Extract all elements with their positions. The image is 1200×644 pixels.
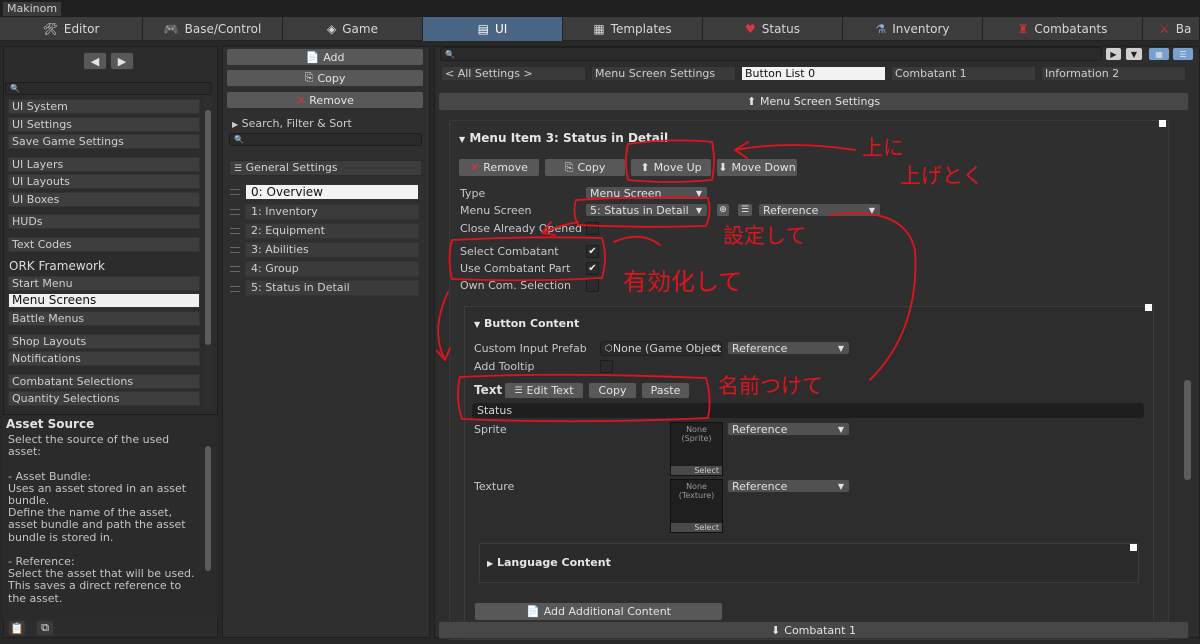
annotation-move-up-1: 上に (862, 136, 904, 160)
flow-arrow (436, 291, 451, 361)
checkbox-highlight (448, 236, 606, 282)
move-up-arrow (734, 141, 856, 159)
annotation-text: 名前つけて (718, 374, 823, 398)
annotation-move-up-2: 上げとく (900, 164, 984, 188)
big-curve-arrow (829, 212, 917, 381)
move-up-highlight (625, 139, 715, 183)
small-arrow (613, 235, 661, 246)
annotation-menu-screen: 設定して (723, 224, 807, 248)
menu-screen-arrow (541, 221, 579, 236)
annotation-checkbox: 有効化して (623, 268, 743, 296)
annotation-overlay (436, 139, 917, 423)
text-highlight (457, 373, 711, 423)
menu-screen-highlight (573, 196, 711, 228)
